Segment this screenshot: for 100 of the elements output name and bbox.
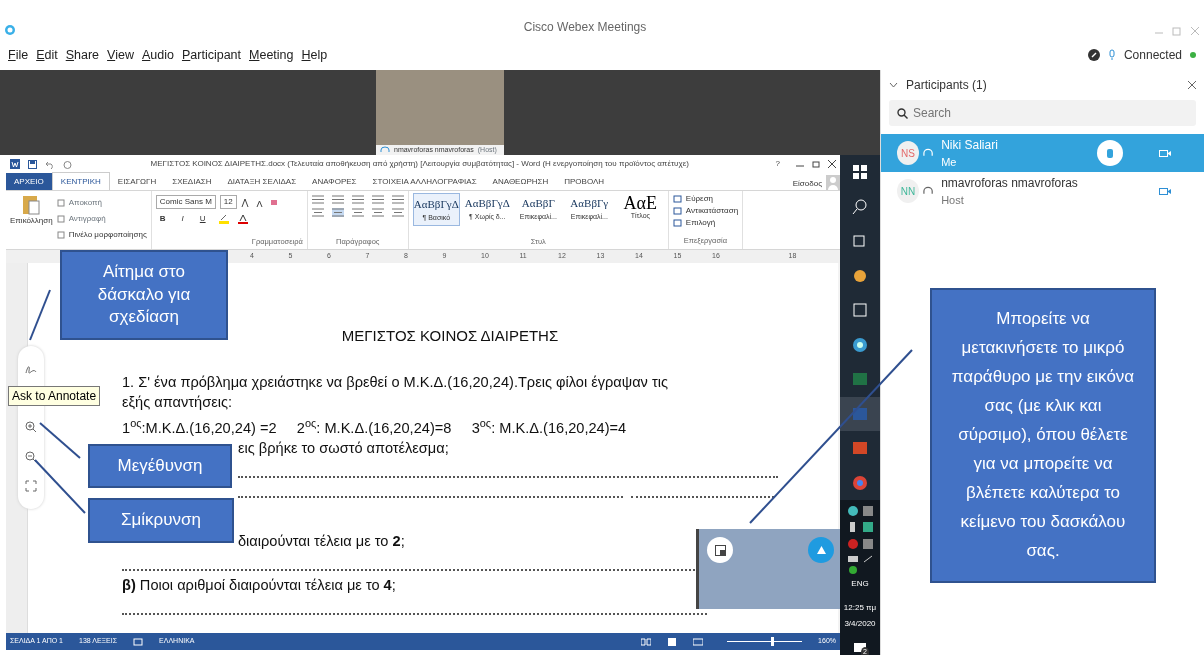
app-icon[interactable]: [851, 301, 869, 320]
menu-item[interactable]: Help: [301, 45, 328, 65]
document-text: εις βρήκε το σωστό αποτέλεσμα;: [238, 438, 449, 458]
save-icon[interactable]: [28, 159, 37, 169]
align-icon[interactable]: [351, 208, 364, 217]
ribbon-tab[interactable]: ΕΙΣΑΓΩΓΗ: [109, 173, 165, 190]
picture-in-picture-button[interactable]: [707, 537, 733, 563]
ribbon-command[interactable]: Επιλογή: [685, 217, 716, 229]
document-text: 1. Σ' ένα πρόβλημα χρειάστηκε να βρεθεί ο Μ.Κ.Δ.(16,20,24).Τρεις φίλοι έγραψαν τις: [122, 372, 668, 392]
participant-row[interactable]: NN nmavroforas nmavroforas Host: [881, 172, 1204, 210]
ribbon-command[interactable]: Εύρεση: [685, 193, 713, 205]
list-icon[interactable]: [311, 195, 324, 204]
clock-date: 3/4/2020: [844, 618, 876, 630]
pen-icon[interactable]: [1087, 49, 1100, 61]
ribbon-tab[interactable]: ΣΧΕΔΙΑΣΗ: [164, 173, 220, 190]
callout: Αίτημα στο δάσκαλο για σχεδίαση: [60, 250, 228, 340]
ribbon-command[interactable]: Αντικατάσταση: [685, 205, 739, 217]
callout: Σμίκρυνση: [88, 498, 234, 543]
help-button[interactable]: ?: [767, 158, 788, 170]
menu-item[interactable]: Edit: [36, 45, 58, 65]
video-camera-icon[interactable]: [1159, 186, 1172, 196]
document-text: β) Ποιοι αριθμοί διαιρούνται τέλεια με το 4;: [122, 575, 396, 595]
chevron-down-icon[interactable]: [889, 82, 898, 88]
ribbon-tab[interactable]: ΑΝΑΘΕΩΡΗΣΗ: [484, 173, 557, 190]
clock-time: 12:25 πμ: [843, 602, 877, 614]
ribbon-command[interactable]: Αποκοπή: [68, 197, 103, 209]
zoom-out-icon[interactable]: [25, 450, 37, 463]
format-button[interactable]: B: [155, 213, 170, 225]
document-text: εξής απαντήσεις:: [122, 392, 232, 412]
collapse-button[interactable]: [808, 537, 834, 563]
grow-font-icon[interactable]: [240, 197, 251, 207]
headset-icon: [923, 148, 934, 158]
undo-icon[interactable]: [45, 159, 55, 169]
windows-logo-icon[interactable]: [851, 163, 869, 182]
participant-role: Host: [941, 192, 965, 208]
window-title: Cisco Webex Meetings: [522, 19, 648, 36]
word-logo-icon: [10, 159, 20, 169]
participant-name: nmavroforas nmavroforas: [941, 174, 1079, 192]
list-icon[interactable]: [371, 195, 384, 204]
notification-icon[interactable]: [853, 642, 867, 655]
sign-in-link[interactable]: Είσοδος: [788, 178, 826, 190]
web-layout-icon[interactable]: [693, 637, 704, 646]
menu-item[interactable]: Audio: [141, 45, 174, 65]
align-icon[interactable]: [391, 208, 404, 217]
print-layout-icon[interactable]: [667, 637, 678, 646]
menu-item[interactable]: Participant: [181, 45, 242, 65]
menu-item[interactable]: View: [107, 45, 134, 65]
menu-item[interactable]: File: [8, 45, 29, 65]
align-icon[interactable]: [311, 208, 324, 217]
annotate-tooltip: Ask to Annotate: [8, 386, 101, 406]
language-indicator[interactable]: ENG: [851, 578, 869, 590]
headset-icon: [923, 186, 934, 196]
document-text: διαιρούνται τέλεια με το 2;: [238, 531, 405, 551]
document-title: ΜΕΓΙΣΤΟΣ ΚΟΙΝΟΣ ΔΙΑΙΡΕΤΗΣ.docx (Τελευταία αποθήκευση από χρήστη) [Λειτουργία συμβατότητας] - Word (Η ενεργοποίηση του προϊόντος απέτυχε): [149, 158, 690, 170]
font-name-field[interactable]: Comic Sans M: [155, 195, 216, 209]
ribbon-tab[interactable]: ΣΤΟΙΧΕΙΑ ΑΛΛΗΛΟΓΡΑΦΙΑΣ: [364, 173, 485, 190]
raised-hand-button[interactable]: [1096, 140, 1123, 166]
slider-thumb[interactable]: [770, 637, 774, 646]
ribbon-command[interactable]: Αντιγραφή: [68, 213, 106, 225]
ribbon-tab[interactable]: ΑΝΑΦΟΡΕΣ: [304, 173, 365, 190]
list-icon[interactable]: [391, 195, 404, 204]
restore-icon[interactable]: [812, 160, 820, 168]
search-icon[interactable]: [851, 197, 869, 216]
font-color-icon[interactable]: [237, 214, 248, 224]
paste-button[interactable]: Επικόλληση: [10, 215, 53, 227]
align-icon[interactable]: [331, 208, 344, 217]
list-icon[interactable]: [351, 195, 364, 204]
panel-title: Participants (1): [906, 77, 988, 94]
microphone-icon[interactable]: [1107, 49, 1116, 61]
paste-icon[interactable]: [22, 193, 41, 215]
format-button[interactable]: U: [195, 213, 210, 225]
ribbon-command[interactable]: Πινέλο μορφοποίησης: [68, 229, 147, 241]
search-icon: [897, 108, 908, 119]
ribbon-tab[interactable]: ΠΡΟΒΟΛΗ: [556, 173, 613, 190]
highlighter-icon[interactable]: [217, 214, 230, 224]
list-icon[interactable]: [331, 195, 344, 204]
avatar: NS: [897, 141, 920, 165]
align-icon[interactable]: [371, 208, 384, 217]
document-text: 1$^{ος}$:Μ.Κ.Δ.(16,20,24) =2 2$^{ος}$: Μ.Κ.Δ.(16,20,24)=8 3$^{ος}$: Μ.Κ.Δ.(16,20,24)=4: [122, 417, 627, 438]
document-heading: ΜΕΓΙΣΤΟΣ ΚΟΙΝΟΣ ΔΙΑΙΡΕΤΗΣ: [341, 327, 559, 344]
close-icon[interactable]: [828, 160, 836, 168]
search-field[interactable]: Search: [889, 100, 1196, 126]
callout: Μεγέθυνση: [88, 444, 232, 488]
menu-item[interactable]: Share: [65, 45, 100, 65]
callout: Μπορείτε να μετακινήσετε το μικρό παράθυρο με την εικόνα σας (με κλικ και σύρσιμο), όπου θέλετε για να μπορείτε να βλέπετε καλύτερα το κείμενο του δασκάλου σας.: [930, 288, 1156, 583]
menu-item[interactable]: Meeting: [249, 45, 294, 65]
close-icon[interactable]: [1188, 81, 1196, 89]
ribbon-tab[interactable]: ΚΕΝΤΡΙΚΗ: [51, 172, 110, 190]
zoom-in-icon[interactable]: [25, 421, 37, 434]
fit-screen-icon[interactable]: [25, 480, 37, 493]
file-tab[interactable]: ΑΡΧΕΙΟ: [6, 173, 52, 190]
font-size-field[interactable]: 12: [219, 195, 237, 209]
ribbon-tab[interactable]: ΔΙΑΤΑΞΗ ΣΕΛΙΔΑΣ: [219, 173, 305, 190]
sphere-icon[interactable]: [851, 335, 869, 354]
participant-name: Niki Saliari: [941, 136, 999, 154]
read-mode-icon[interactable]: [641, 637, 652, 646]
window-icon: [714, 544, 726, 556]
video-camera-icon[interactable]: [1159, 148, 1172, 158]
format-button[interactable]: I: [177, 213, 188, 225]
participant-role: Me: [941, 154, 958, 170]
